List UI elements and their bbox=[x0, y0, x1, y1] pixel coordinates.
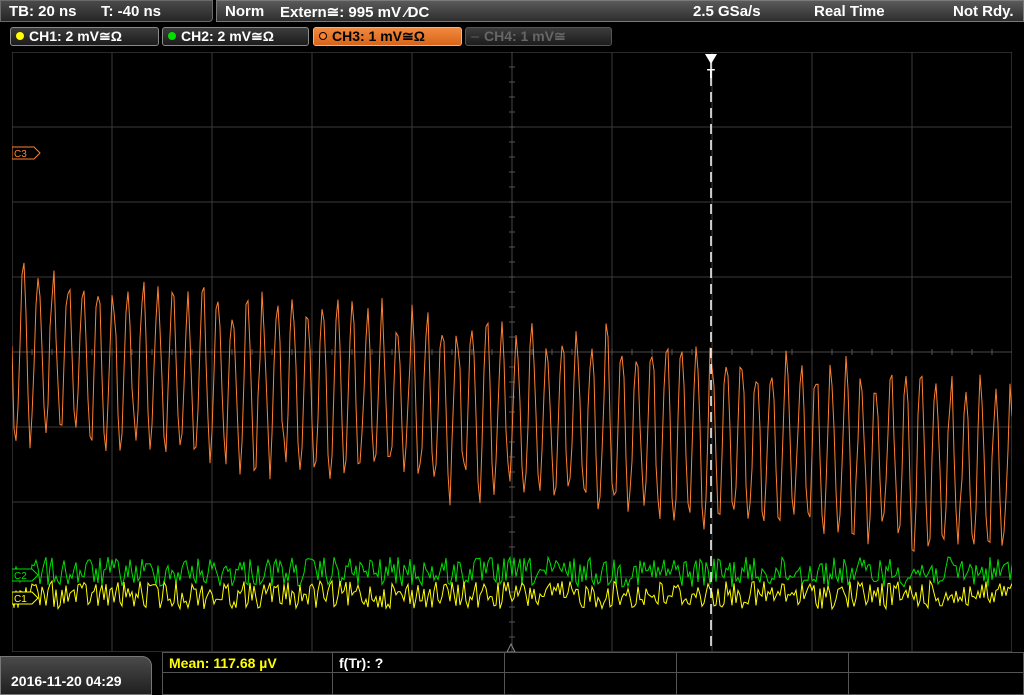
measurement-cell-empty[interactable] bbox=[849, 653, 1024, 673]
measurement-panel[interactable]: Mean: 117.68 µV f(Tr): ? bbox=[162, 652, 1024, 695]
top-bar: TB: 20 ns T: -40 ns Norm Extern≅: 995 mV… bbox=[0, 0, 1024, 24]
datetime-label: 2016-11-20 04:29 bbox=[11, 673, 122, 689]
channel-1-marker-label: C1 bbox=[14, 594, 27, 605]
channel-4-indicator-icon bbox=[471, 36, 479, 38]
channel-4-label: CH4: 1 mV≅ bbox=[484, 28, 566, 44]
measurement-cell[interactable]: f(Tr): ? bbox=[333, 653, 505, 673]
measurement-cell-empty[interactable] bbox=[505, 653, 677, 673]
channel-3-marker-label: C3 bbox=[14, 149, 27, 160]
mean-measurement: Mean: 117.68 µV bbox=[169, 655, 277, 671]
channel-1-indicator-icon bbox=[16, 32, 24, 40]
trigger-mode-label[interactable]: Norm bbox=[225, 3, 264, 20]
acquisition-mode-label[interactable]: Real Time bbox=[814, 3, 885, 20]
channel-3-button[interactable]: CH3: 1 mV≅Ω bbox=[313, 27, 462, 46]
frequency-measurement: f(Tr): ? bbox=[339, 655, 384, 671]
channel-2-label: CH2: 2 mV≅Ω bbox=[181, 28, 274, 44]
measurement-cell-empty[interactable] bbox=[505, 673, 677, 695]
trigger-source-label[interactable]: Extern≅: 995 mV ⁄DC bbox=[280, 3, 429, 21]
channel-2-indicator-icon bbox=[168, 32, 176, 40]
measurement-cell[interactable]: Mean: 117.68 µV bbox=[163, 653, 333, 673]
acquisition-status-label: Not Rdy. bbox=[953, 3, 1014, 20]
measurement-cell-empty[interactable] bbox=[677, 673, 849, 695]
timebase-panel[interactable]: TB: 20 ns T: -40 ns bbox=[0, 0, 213, 22]
channel-2-marker-label: C2 bbox=[14, 571, 27, 582]
measurement-cell-empty[interactable] bbox=[849, 673, 1024, 695]
status-bar: Norm Extern≅: 995 mV ⁄DC 2.5 GSa/s Real … bbox=[216, 0, 1024, 22]
measurement-cell-empty[interactable] bbox=[163, 673, 333, 695]
trigger-marker: T bbox=[707, 66, 715, 81]
sample-rate-label[interactable]: 2.5 GSa/s bbox=[693, 3, 761, 20]
measurement-cell-empty[interactable] bbox=[333, 673, 505, 695]
channel-3-label: CH3: 1 mV≅Ω bbox=[332, 28, 425, 44]
measurement-cell-empty[interactable] bbox=[677, 653, 849, 673]
datetime-panel: 2016-11-20 04:29 bbox=[0, 656, 152, 695]
channel-1-button[interactable]: CH1: 2 mV≅Ω bbox=[10, 27, 159, 46]
channel-4-button[interactable]: CH4: 1 mV≅ bbox=[465, 27, 612, 46]
channel-3-indicator-icon bbox=[319, 32, 327, 40]
trigger-time-label[interactable]: T: -40 ns bbox=[101, 3, 161, 20]
channel-bar: CH1: 2 mV≅Ω CH2: 2 mV≅Ω CH3: 1 mV≅Ω CH4:… bbox=[0, 24, 1024, 48]
waveform-display[interactable]: T C3 C2 C1 bbox=[12, 52, 1012, 652]
timebase-label[interactable]: TB: 20 ns bbox=[9, 3, 77, 20]
channel-1-label: CH1: 2 mV≅Ω bbox=[29, 28, 122, 44]
channel-2-button[interactable]: CH2: 2 mV≅Ω bbox=[162, 27, 309, 46]
